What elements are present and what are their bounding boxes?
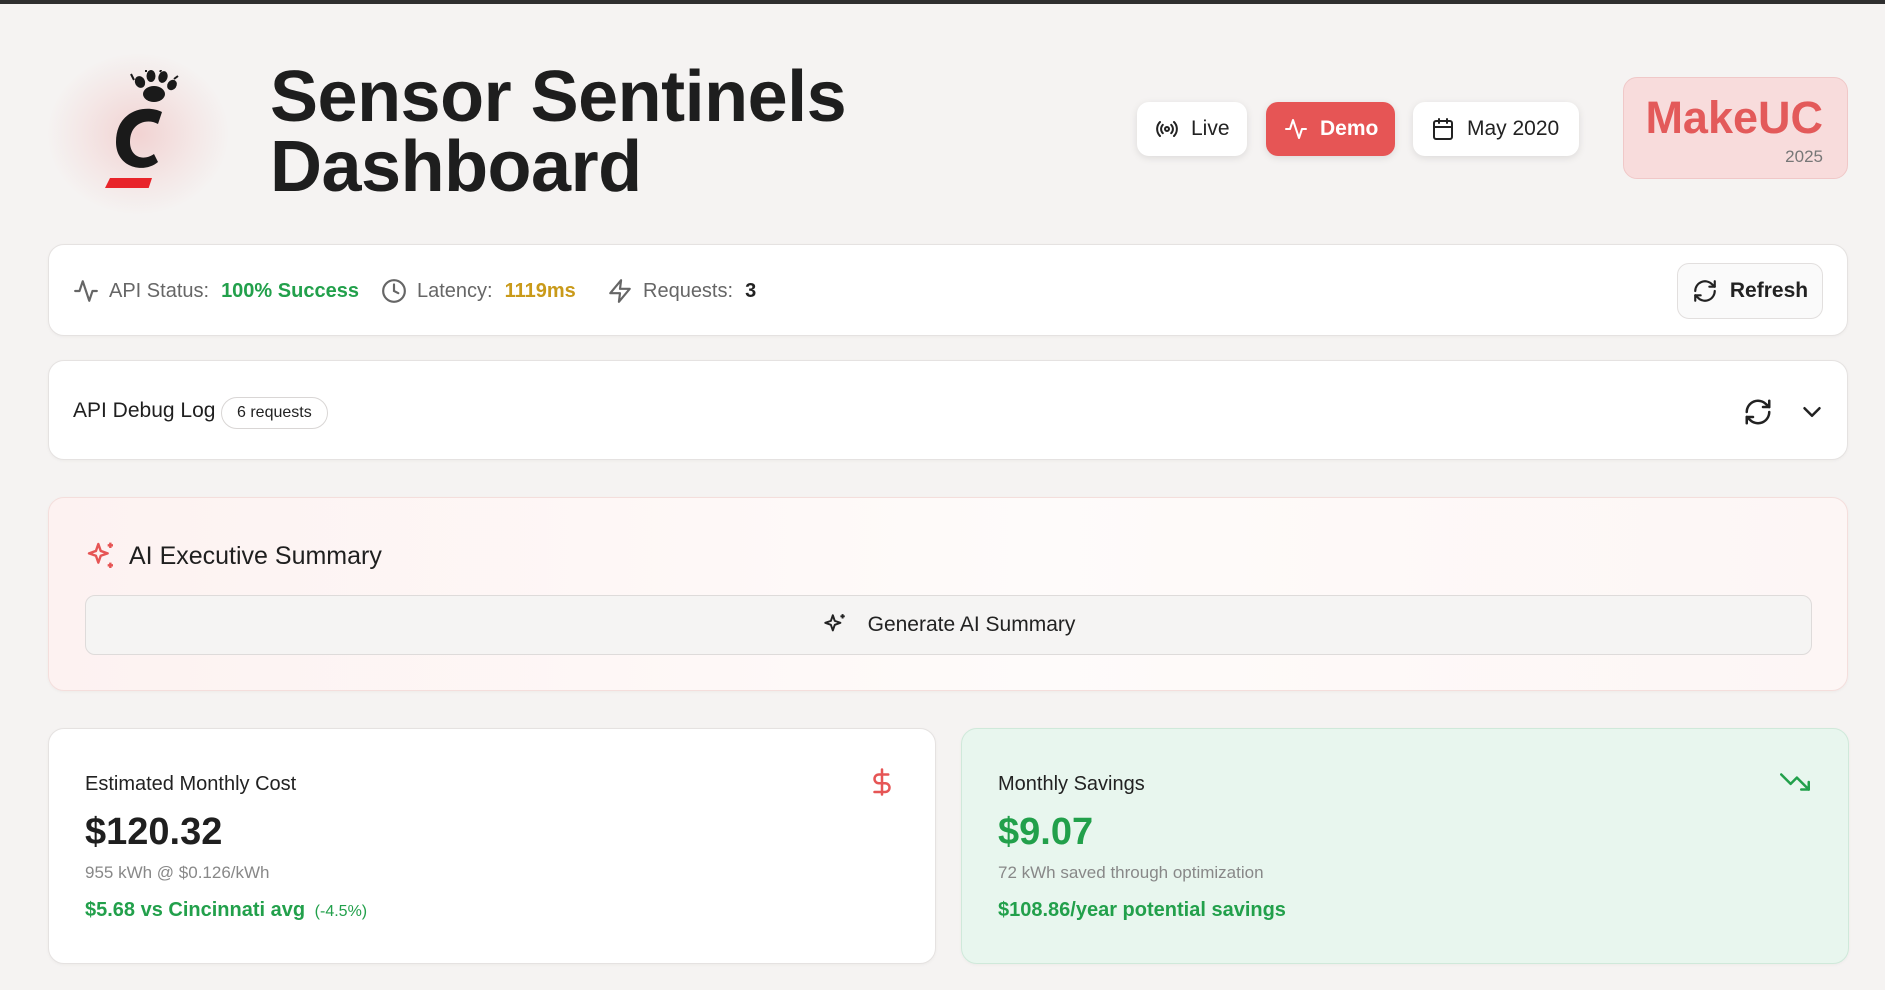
brand-year: 2025	[1785, 147, 1823, 166]
latency-label: Latency:	[417, 279, 493, 302]
latency-value: 1119ms	[504, 279, 576, 302]
calendar-icon	[1433, 118, 1453, 140]
page-header: Sensor Sentinels Dashboard Live Demo May…	[0, 4, 1885, 240]
refresh-icon	[1694, 280, 1716, 302]
cost-label: Estimated Monthly Cost	[85, 773, 297, 795]
date-picker-button[interactable]: May 2020	[1413, 102, 1579, 156]
sparkles-icon	[823, 614, 845, 632]
cost-comparison-percent: (-4.5%)	[314, 903, 368, 920]
api-status-value: 100% Success	[221, 279, 359, 302]
activity-icon	[1285, 119, 1307, 139]
yearly-savings: $108.86/year potential savings	[998, 899, 1286, 921]
sparkles-icon	[87, 542, 113, 568]
lightning-icon	[609, 279, 631, 303]
trending-down-icon	[1780, 773, 1810, 791]
request-count-badge: 6 requests	[221, 397, 328, 429]
savings-label: Monthly Savings	[998, 773, 1145, 795]
api-status-stat: API Status: 100% Success	[73, 245, 359, 337]
requests-label: Requests:	[643, 279, 734, 302]
debug-refresh-button[interactable]	[1743, 397, 1773, 427]
broadcast-icon	[1156, 121, 1178, 137]
requests-value: 3	[745, 279, 757, 302]
ai-summary-heading: AI Executive Summary	[85, 540, 382, 572]
ai-executive-summary-card: AI Executive Summary Generate AI Summary	[48, 497, 1848, 691]
estimated-cost-card: Estimated Monthly Cost $120.32 955 kWh @…	[48, 728, 936, 964]
title-line-2: Dashboard	[270, 127, 642, 207]
requests-stat: Requests: 3	[607, 245, 756, 337]
generate-ai-summary-button[interactable]: Generate AI Summary	[85, 595, 1812, 655]
makeuc-badge: MakeUC 2025	[1623, 77, 1848, 179]
activity-icon	[74, 280, 98, 302]
cost-usage-detail: 955 kWh @ $0.126/kWh	[85, 863, 270, 882]
refresh-icon	[1745, 399, 1771, 425]
savings-detail: 72 kWh saved through optimization	[998, 863, 1264, 882]
ai-summary-title: AI Executive Summary	[129, 541, 382, 570]
live-button-label: Live	[1191, 117, 1230, 140]
brand-name: MakeUC	[1645, 92, 1823, 143]
cost-comparison-text: $5.68 vs Cincinnati avg	[85, 899, 306, 921]
monthly-savings-card: Monthly Savings $9.07 72 kWh saved throu…	[961, 728, 1849, 964]
date-button-label: May 2020	[1467, 117, 1560, 140]
cost-comparison: $5.68 vs Cincinnati avg (-4.5%)	[85, 899, 367, 922]
bearcat-c-logo	[105, 70, 179, 188]
api-status-label: API Status:	[109, 279, 210, 302]
api-status-bar: API Status: 100% Success Latency: 1119ms…	[48, 244, 1848, 336]
debug-log-title: API Debug Log	[73, 399, 216, 422]
generate-ai-summary-label: Generate AI Summary	[867, 613, 1076, 636]
savings-value: $9.07	[998, 811, 1094, 853]
demo-button-label: Demo	[1320, 117, 1379, 140]
page-title: Sensor Sentinels Dashboard	[270, 57, 847, 207]
latency-stat: Latency: 1119ms	[381, 245, 576, 337]
api-debug-log-panel[interactable]: API Debug Log 6 requests	[48, 360, 1848, 460]
refresh-button[interactable]: Refresh	[1677, 263, 1823, 319]
cost-value: $120.32	[85, 811, 223, 853]
dollar-icon	[873, 768, 891, 796]
debug-expand-button[interactable]	[1797, 397, 1827, 427]
refresh-button-label: Refresh	[1729, 279, 1809, 302]
title-line-1: Sensor Sentinels	[270, 57, 847, 137]
clock-icon	[382, 279, 406, 303]
live-button[interactable]: Live	[1137, 102, 1247, 156]
chevron-down-icon	[1803, 407, 1821, 417]
demo-button[interactable]: Demo	[1266, 102, 1395, 156]
